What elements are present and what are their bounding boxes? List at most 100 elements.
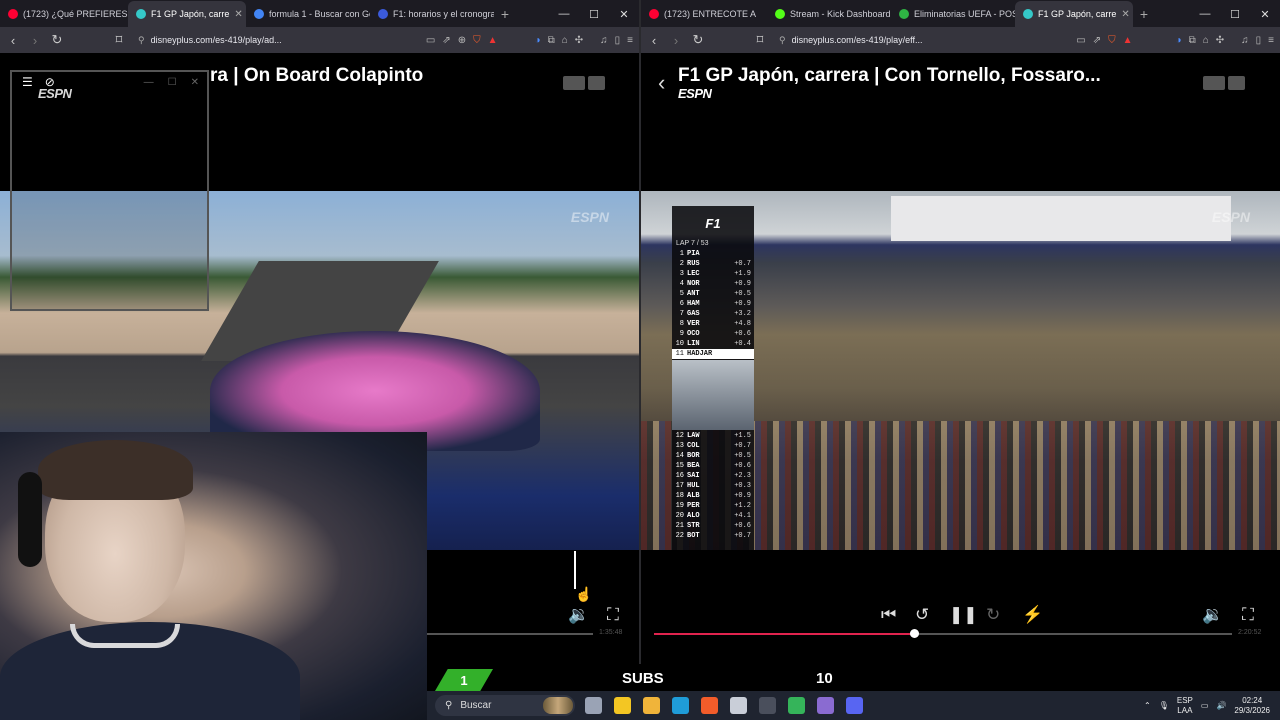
brave-rewards-icon[interactable]: ▲ — [488, 35, 498, 46]
skip-back-icon[interactable]: ⏮ — [881, 606, 896, 623]
wallet-icon[interactable]: ⌂ — [562, 35, 568, 46]
brave-icon[interactable] — [701, 697, 718, 714]
back-icon[interactable]: ‹ — [6, 33, 20, 48]
new-tab-button[interactable]: + — [1133, 1, 1155, 27]
zoom-icon[interactable]: ⊕ — [458, 35, 466, 46]
pip-popup-window[interactable]: ☰ ⊘ — ☐ ✕ — [10, 70, 209, 311]
share-icon[interactable]: ⇗ — [442, 35, 450, 46]
pip-icon[interactable] — [563, 76, 585, 90]
right-tab-0[interactable]: (1723) ENTRECOTE A — [641, 1, 767, 27]
live-icon[interactable]: ⚡ — [1022, 606, 1043, 623]
mic-icon[interactable]: 🎙 — [1159, 701, 1169, 710]
forward-10-icon[interactable]: ↻ — [986, 606, 1000, 623]
xbox-icon[interactable] — [788, 697, 805, 714]
right-progress-knob[interactable] — [910, 629, 919, 638]
site-info-icon[interactable]: ⚲ — [138, 35, 145, 46]
left-tab-3[interactable]: F1: horarios y el cronogra — [370, 1, 494, 27]
brave-rewards-icon[interactable]: ▲ — [1123, 35, 1133, 46]
left-tab-0[interactable]: (1723) ¿Qué PREFIERES? — [0, 1, 128, 27]
close-tab-icon[interactable]: ✕ — [1121, 9, 1129, 20]
extension-icon[interactable]: ◑ — [1176, 35, 1182, 46]
file-explorer-icon[interactable] — [643, 697, 660, 714]
taskbar-search[interactable]: ⚲ Buscar — [435, 695, 575, 716]
reload-icon[interactable]: ↻ — [50, 32, 64, 48]
brave-shield-icon[interactable]: ⛉ — [473, 35, 481, 46]
subtitles-icon[interactable] — [588, 76, 605, 90]
obs-icon[interactable] — [730, 697, 747, 714]
close-tab-icon[interactable]: ✕ — [234, 9, 242, 20]
terminal-icon[interactable] — [759, 697, 776, 714]
tray-chevron-icon[interactable]: ⌃ — [1144, 701, 1151, 710]
fullscreen-icon[interactable]: ⛶ — [607, 606, 619, 623]
media-icon[interactable]: ♫ — [600, 35, 608, 46]
right-tab-1[interactable]: Stream - Kick Dashboard — [767, 1, 891, 27]
cast-icon[interactable]: ▭ — [1076, 35, 1085, 46]
fullscreen-icon[interactable]: ⛶ — [1242, 606, 1254, 623]
translate-icon[interactable]: ⧉ — [548, 35, 555, 46]
pip-icon[interactable] — [1203, 76, 1225, 90]
puzzle-icon[interactable]: ✣ — [575, 35, 583, 46]
left-tab-1[interactable]: F1 GP Japón, carre ✕ — [128, 1, 246, 27]
back-arrow-icon[interactable]: ‹ — [658, 72, 665, 94]
url-field[interactable]: ⚲ disneyplus.com/es-419/play/ad... — [134, 30, 418, 50]
minimize-icon[interactable]: — — [1190, 8, 1220, 20]
left-progress-bar[interactable] — [427, 633, 593, 635]
forward-icon[interactable]: › — [669, 33, 683, 48]
app-icon[interactable] — [817, 697, 834, 714]
site-info-icon[interactable]: ⚲ — [779, 35, 786, 46]
sidebar-icon[interactable]: ▯ — [1256, 35, 1262, 46]
right-tab-3[interactable]: F1 GP Japón, carre ✕ — [1015, 1, 1133, 27]
menu-icon[interactable]: ≡ — [627, 35, 633, 46]
back-icon[interactable]: ‹ — [647, 33, 661, 48]
share-icon[interactable]: ⇗ — [1093, 35, 1101, 46]
reload-icon[interactable]: ↻ — [691, 32, 705, 48]
maximize-icon[interactable]: ☐ — [579, 8, 609, 21]
right-address-bar: ‹ › ↻ ⌑ ⚲ disneyplus.com/es-419/play/eff… — [641, 27, 1280, 53]
gap: +1.9 — [734, 270, 751, 278]
popup-maximize-icon[interactable]: ☐ — [168, 77, 177, 88]
gap: +4.1 — [734, 512, 751, 520]
hide-cursor-icon[interactable]: ⊘ — [45, 75, 55, 89]
position: 1 — [679, 250, 684, 258]
wallet-icon[interactable]: ⌂ — [1203, 35, 1209, 46]
bookmark-icon[interactable]: ⌑ — [753, 32, 767, 48]
language-indicator[interactable]: ESP LAA — [1177, 696, 1193, 716]
bookmark-icon[interactable]: ⌑ — [112, 32, 126, 48]
close-window-icon[interactable]: ✕ — [609, 8, 639, 21]
url-field[interactable]: ⚲ disneyplus.com/es-419/play/eff... — [775, 30, 1068, 50]
sidebar-icon[interactable]: ▯ — [615, 35, 621, 46]
brave-shield-icon[interactable]: ⛉ — [1108, 35, 1116, 46]
cast-icon[interactable]: ▭ — [426, 35, 435, 46]
forward-icon[interactable]: › — [28, 33, 42, 48]
new-tab-button[interactable]: + — [494, 1, 516, 27]
timing-row-highlight: 11 HADJAR — [672, 349, 754, 359]
subtitles-icon[interactable] — [1228, 76, 1245, 90]
rewind-10-icon[interactable]: ↺ — [915, 606, 929, 623]
popup-close-icon[interactable]: ✕ — [191, 77, 199, 88]
translate-icon[interactable]: ⧉ — [1189, 35, 1196, 46]
store-icon[interactable] — [614, 697, 631, 714]
clock[interactable]: 02:24 29/3/2026 — [1234, 696, 1270, 716]
right-tab-2[interactable]: Eliminatorias UEFA - POS — [891, 1, 1015, 27]
extension-icon[interactable]: ◑ — [535, 35, 541, 46]
maximize-icon[interactable]: ☐ — [1220, 8, 1250, 21]
volume-icon[interactable]: 🔉 — [568, 606, 589, 623]
left-tab-2[interactable]: formula 1 - Buscar con Go — [246, 1, 370, 27]
media-icon[interactable]: ♫ — [1241, 35, 1249, 46]
tab-label: (1723) ENTRECOTE A — [664, 9, 757, 19]
network-icon[interactable]: ▭ — [1201, 701, 1209, 710]
task-view-icon[interactable] — [585, 697, 602, 714]
close-window-icon[interactable]: ✕ — [1250, 8, 1280, 21]
speaker-icon[interactable]: 🔊 — [1216, 701, 1226, 710]
hamburger-icon[interactable]: ☰ — [22, 75, 33, 89]
puzzle-icon[interactable]: ✣ — [1216, 35, 1224, 46]
minimize-icon[interactable]: — — [549, 8, 579, 20]
volume-icon[interactable]: 🔉 — [1202, 606, 1223, 623]
follower-badge: 1 — [435, 669, 493, 691]
edge-icon[interactable] — [672, 697, 689, 714]
discord-icon[interactable] — [846, 697, 863, 714]
menu-icon[interactable]: ≡ — [1268, 35, 1274, 46]
popup-minimize-icon[interactable]: — — [144, 77, 154, 88]
race-video[interactable]: ESPN F1 LAP 7 / 53 1 PIA 2 RUS +0.7 3 LEC +1.9 4… — [641, 191, 1280, 550]
pause-icon[interactable]: ❚❚ — [949, 606, 978, 623]
